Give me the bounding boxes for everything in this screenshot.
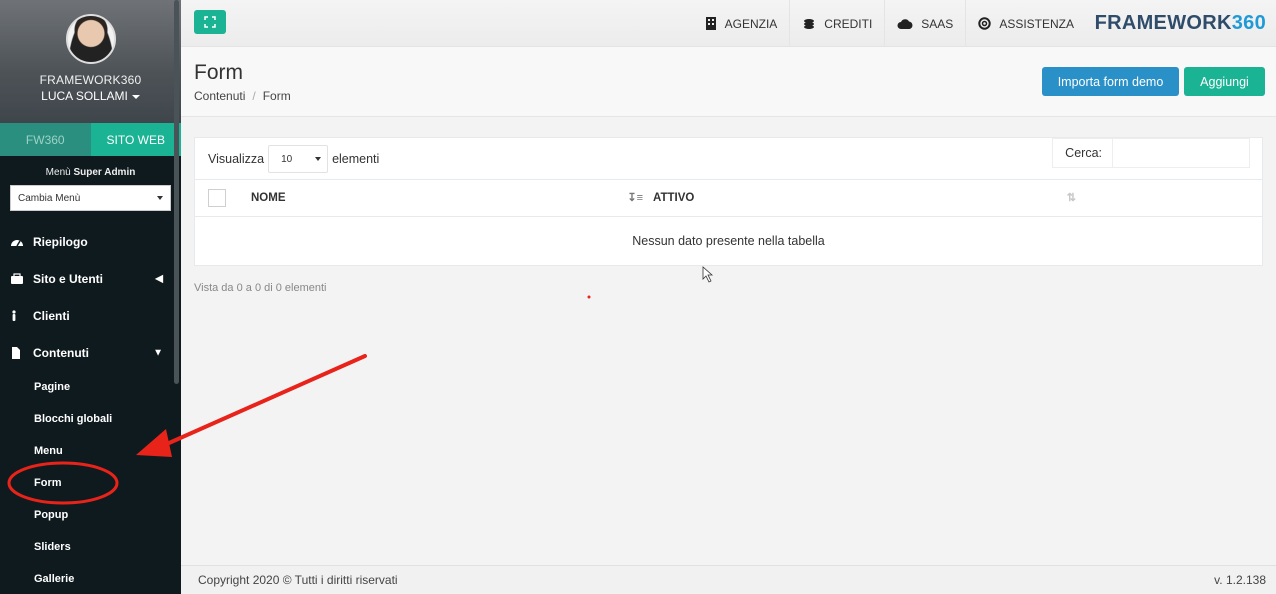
profile-user-menu[interactable]: LUCA SOLLAMI: [0, 88, 181, 104]
switch-fw360-button[interactable]: FW360: [0, 123, 91, 156]
chevron-left-icon: ◀: [155, 273, 163, 284]
switch-sito-web-button[interactable]: SITO WEB: [90, 123, 181, 156]
sidebar-item-clienti[interactable]: Clienti: [0, 297, 181, 334]
page-length-suffix: elementi: [332, 152, 380, 166]
table-search: Cerca:: [1052, 138, 1250, 168]
column-label: NOME: [251, 192, 286, 204]
topnav-label: CREDITI: [824, 16, 873, 31]
select-arrow-icon: [315, 157, 322, 161]
lifebuoy-icon: [978, 17, 992, 30]
footer-version: v. 1.2.138: [1214, 573, 1266, 587]
select-all-checkbox[interactable]: [208, 189, 226, 207]
brand-main: FRAMEWORK: [1094, 12, 1232, 34]
menu-label-role: Super Admin: [73, 167, 136, 178]
profile-user-name: LUCA SOLLAMI: [41, 89, 128, 103]
sort-desc-icon: ↧≡: [627, 192, 643, 204]
page-length-prefix: Visualizza: [208, 152, 265, 166]
sidebar-item-sito-e-utenti[interactable]: Sito e Utenti ◀: [0, 260, 181, 297]
profile-org: FRAMEWORK360: [39, 73, 142, 87]
topnav-label: ASSISTENZA: [999, 16, 1074, 31]
table-row: Nessun dato presente nella tabella: [195, 217, 1262, 265]
sidebar-item-pagine[interactable]: Pagine: [0, 371, 181, 403]
breadcrumb-separator: /: [252, 89, 256, 103]
table-header-row: NOME ↧≡ ATTIVO ⇅: [195, 179, 1262, 217]
table-info: Vista da 0 a 0 di 0 elementi: [194, 281, 327, 294]
chevron-down-icon: ▼: [153, 347, 163, 358]
page-length-select[interactable]: 10: [268, 145, 329, 173]
brand-number: 360: [1231, 12, 1266, 34]
profile-panel: FRAMEWORK360 LUCA SOLLAMI: [0, 0, 181, 123]
topnav-saas[interactable]: SAAS: [884, 0, 965, 47]
file-icon: [12, 346, 20, 359]
forms-table: NOME ↧≡ ATTIVO ⇅ Nessun dato presente ne…: [195, 179, 1262, 265]
topnav-label: AGENZIA: [724, 16, 778, 31]
sort-icon: ⇅: [1066, 192, 1076, 204]
main-area: AGENZIA CREDITI SAAS ASSISTENZA FRAMEWOR…: [181, 0, 1276, 594]
panel-switcher: FW360 SITO WEB: [0, 123, 181, 156]
sidebar: FRAMEWORK360 LUCA SOLLAMI FW360 SITO WEB…: [0, 0, 181, 594]
column-label: ATTIVO: [653, 192, 695, 204]
sidebar-item-gallerie[interactable]: Gallerie: [0, 563, 181, 594]
avatar[interactable]: [65, 14, 116, 64]
person-icon: [12, 309, 16, 321]
brand-logo: FRAMEWORK360: [1095, 12, 1266, 35]
column-header-nome[interactable]: NOME ↧≡: [251, 179, 653, 217]
building-icon: [705, 17, 716, 30]
page-length-value: 10: [281, 153, 293, 165]
contenuti-submenu: Pagine Blocchi globali Menu Form Popup S…: [0, 371, 181, 594]
sidebar-item-label: Sito e Utenti: [33, 271, 104, 286]
page-header: Form Contenuti / Form Importa form demo Ag…: [181, 47, 1276, 117]
sidebar-nav: Riepilogo Sito e Utenti ◀ Clienti Conten…: [0, 223, 181, 371]
topnav-crediti[interactable]: CREDITI: [789, 0, 884, 47]
top-nav-links: AGENZIA CREDITI SAAS ASSISTENZA: [692, 0, 1086, 47]
empty-table-message: Nessun dato presente nella tabella: [632, 233, 825, 248]
footer-copyright: Copyright 2020 © Tutti i diritti riserva…: [198, 573, 398, 587]
cloud-icon: [897, 19, 913, 29]
sidebar-item-label: Riepilogo: [33, 234, 88, 249]
menu-label: Menù Super Admin: [0, 167, 181, 178]
fullscreen-toggle-button[interactable]: [194, 10, 226, 34]
footer: Copyright 2020 © Tutti i diritti riserva…: [181, 565, 1276, 594]
sidebar-item-contenuti[interactable]: Contenuti ▼: [0, 334, 181, 371]
sidebar-item-sliders[interactable]: Sliders: [0, 531, 181, 563]
coins-icon: [804, 18, 815, 29]
breadcrumb-current: Form: [262, 89, 291, 103]
topnav-label: SAAS: [921, 16, 954, 31]
search-input[interactable]: [1112, 138, 1250, 168]
import-demo-form-button[interactable]: Importa form demo: [1042, 67, 1179, 96]
top-navbar: AGENZIA CREDITI SAAS ASSISTENZA FRAMEWOR…: [181, 0, 1276, 47]
breadcrumb: Contenuti / Form: [194, 89, 291, 103]
column-header-attivo[interactable]: ATTIVO ⇅: [653, 179, 1262, 217]
page-title: Form: [194, 61, 243, 84]
content-area: Visualizza 10 elementi Cerca: NOME ↧≡ AT…: [181, 117, 1276, 294]
breadcrumb-contenuti[interactable]: Contenuti: [194, 89, 245, 103]
sidebar-item-label: Contenuti: [33, 345, 89, 360]
forms-table-panel: Visualizza 10 elementi Cerca: NOME ↧≡ AT…: [194, 137, 1263, 266]
topnav-assistenza[interactable]: ASSISTENZA: [965, 0, 1086, 47]
topnav-agenzia[interactable]: AGENZIA: [692, 0, 790, 47]
table-controls: Visualizza 10 elementi Cerca:: [195, 138, 1262, 179]
search-label: Cerca:: [1052, 138, 1112, 168]
sidebar-item-popup[interactable]: Popup: [0, 499, 181, 531]
sidebar-item-menu[interactable]: Menu: [0, 435, 181, 467]
change-menu-select-value: Cambia Menù: [18, 192, 81, 204]
add-button[interactable]: Aggiungi: [1184, 67, 1265, 96]
sidebar-item-form[interactable]: Form: [0, 467, 181, 499]
expand-icon: [204, 16, 216, 28]
sidebar-item-riepilogo[interactable]: Riepilogo: [0, 223, 181, 260]
select-arrow-icon: [157, 196, 163, 200]
page-length-control: Visualizza 10 elementi: [208, 145, 379, 173]
dashboard-icon: [11, 239, 23, 246]
sidebar-item-blocchi-globali[interactable]: Blocchi globali: [0, 403, 181, 435]
select-all-cell: [195, 179, 251, 217]
change-menu-select[interactable]: Cambia Menù: [10, 185, 171, 211]
sidebar-item-label: Clienti: [33, 308, 70, 323]
users-icon: [11, 272, 23, 284]
caret-down-icon: [131, 94, 140, 99]
menu-label-prefix: Menù: [45, 167, 71, 178]
